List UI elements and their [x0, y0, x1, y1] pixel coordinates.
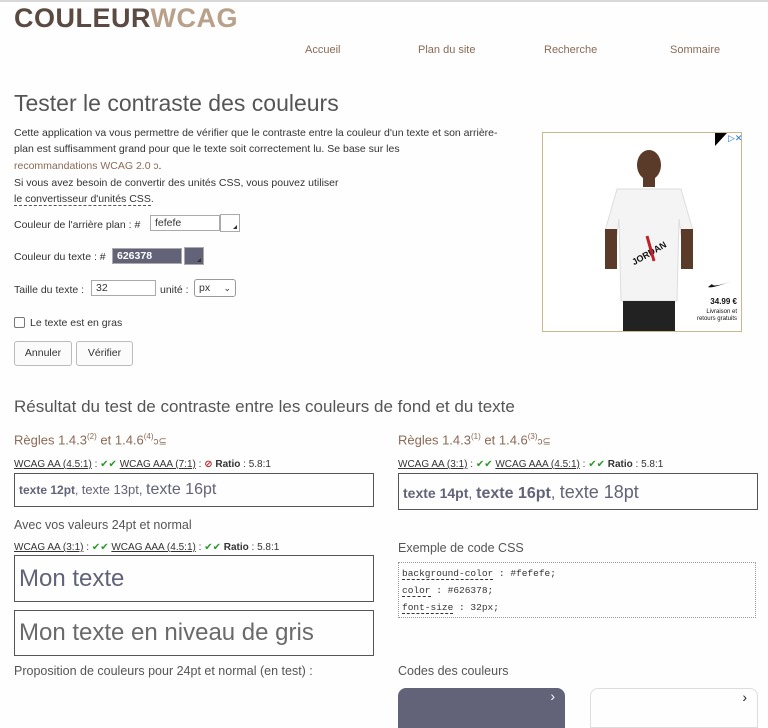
- fg-color-input[interactable]: 626378: [112, 248, 182, 264]
- bg-color-picker[interactable]: [220, 214, 240, 232]
- fail-eye-icon: ⊘: [204, 459, 213, 470]
- external-link-icon[interactable]: ↄ⊆: [154, 436, 167, 447]
- check-icon: ✔✔: [204, 542, 221, 553]
- css-converter-link[interactable]: le convertisseur d'unités CSS: [14, 193, 151, 207]
- site-logo[interactable]: COULEURWCAG: [14, 3, 238, 34]
- nike-logo-icon: [708, 281, 732, 288]
- fg-color-picker[interactable]: [184, 247, 204, 265]
- right-wcag-line: WCAG AA (3:1) : ✔✔ WCAG AAA (4.5:1) : ✔✔…: [398, 459, 664, 470]
- ad-model-image: JORDAN: [604, 150, 694, 331]
- external-link-icon: ↄ: [153, 160, 159, 172]
- bg-color-input[interactable]: fefefe: [150, 215, 220, 231]
- unit-select[interactable]: px ⌄: [194, 279, 236, 297]
- chevron-right-icon: ›: [742, 689, 747, 705]
- sample-text-box: Mon texte: [14, 555, 374, 602]
- color-proposal-title: Proposition de couleurs pour 24pt et nor…: [14, 664, 313, 678]
- check-icon: ✔✔: [100, 459, 117, 470]
- top-border: [0, 0, 768, 2]
- your-values-title: Avec vos valeurs 24pt et normal: [14, 518, 192, 532]
- left-sample-box: texte 12pt, texte 13pt, texte 16pt: [14, 473, 374, 507]
- left-wcag-line: WCAG AA (4.5:1) : ✔✔ WCAG AAA (7:1) : ⊘ …: [14, 459, 271, 470]
- nav-recherche[interactable]: Recherche: [544, 44, 597, 56]
- chevron-down-icon: ⌄: [223, 283, 231, 293]
- result-title: Résultat du test de contraste entre les …: [14, 397, 515, 416]
- ad-price: 34.99 €: [710, 297, 737, 306]
- page-title: Tester le contraste des couleurs: [14, 90, 339, 116]
- nav-plan-du-site[interactable]: Plan du site: [418, 44, 475, 56]
- check-icon: ✔✔: [588, 459, 605, 470]
- nav-sommaire[interactable]: Sommaire: [670, 44, 720, 56]
- nav-accueil[interactable]: Accueil: [305, 44, 340, 56]
- ad-choices-icon[interactable]: ▷✕: [715, 133, 741, 146]
- color-codes-title: Codes des couleurs: [398, 664, 509, 678]
- verify-button[interactable]: Vérifier: [76, 341, 133, 366]
- external-link-icon[interactable]: ↄ⊆: [538, 436, 551, 447]
- text-size-label: Taille du texte :: [14, 284, 85, 296]
- unit-label: unité :: [160, 284, 189, 296]
- check-icon: ✔✔: [475, 459, 493, 470]
- fg-color-label: Couleur du texte : #: [14, 251, 106, 263]
- css-code-block: background-color : #fefefe; color : #626…: [398, 562, 756, 618]
- fg-color-card[interactable]: ›: [398, 688, 565, 728]
- intro-text: Cette application va vous permettre de v…: [14, 127, 498, 207]
- check-icon: ✔✔: [91, 542, 109, 553]
- your-wcag-line: WCAG AA (3:1) : ✔✔ WCAG AAA (4.5:1) : ✔✔…: [14, 542, 280, 553]
- sample-grayscale-box: Mon texte en niveau de gris: [14, 610, 374, 656]
- bold-label: Le texte est en gras: [30, 317, 123, 329]
- ad-shipping: Livraison et retours gratuits: [696, 309, 737, 322]
- advertisement[interactable]: ▷✕ JORDAN 34.99 € Livraison et retours gr…: [542, 132, 742, 332]
- text-size-input[interactable]: 32: [91, 280, 156, 296]
- bg-color-card[interactable]: ›: [590, 688, 758, 728]
- right-rules-heading: Règles 1.4.3(1) et 1.4.6(3)ↄ⊆: [398, 432, 551, 448]
- css-example-title: Exemple de code CSS: [398, 541, 524, 555]
- bold-checkbox[interactable]: [14, 317, 25, 328]
- bg-color-label: Couleur de l'arrière plan : #: [14, 219, 141, 231]
- wcag-recommendations-link[interactable]: recommandations WCAG 2.0: [14, 160, 151, 172]
- left-rules-heading: Règles 1.4.3(2) et 1.4.6(4)ↄ⊆: [14, 432, 167, 448]
- cancel-button[interactable]: Annuler: [14, 341, 72, 366]
- chevron-right-icon: ›: [550, 688, 555, 704]
- right-sample-box: texte 14pt, texte 16pt, texte 18pt: [398, 473, 758, 510]
